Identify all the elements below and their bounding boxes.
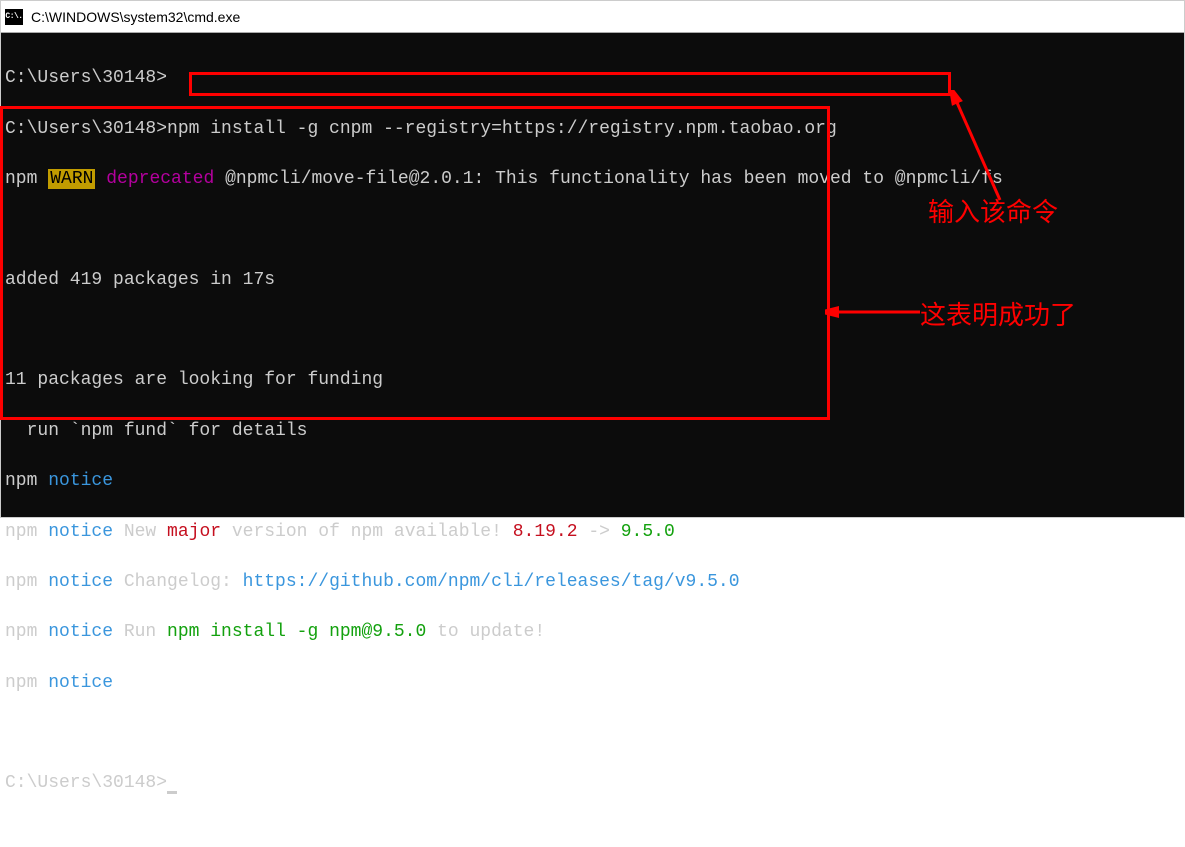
notice-text: Run — [113, 622, 167, 642]
prompt-line: C:\Users\30148> — [5, 68, 167, 88]
cmd-window: C:\. C:\WINDOWS\system32\cmd.exe C:\User… — [0, 0, 1185, 518]
notice-text: Changelog: — [113, 572, 243, 592]
notice-text: New — [113, 522, 167, 542]
title-bar[interactable]: C:\. C:\WINDOWS\system32\cmd.exe — [1, 1, 1184, 33]
run-cmd: npm install -g npm@9.5.0 — [167, 622, 426, 642]
warn-badge: WARN — [48, 169, 95, 189]
npm-label: npm — [5, 572, 37, 592]
notice-label: notice — [48, 673, 113, 693]
cursor — [167, 791, 177, 794]
terminal-output[interactable]: C:\Users\30148> C:\Users\30148>npm insta… — [1, 33, 1184, 517]
prompt-line: C:\Users\30148> — [5, 119, 167, 139]
arrow-text: -> — [578, 522, 621, 542]
funding-line2: run `npm fund` for details — [5, 421, 307, 441]
npm-label: npm — [5, 522, 37, 542]
npm-label: npm — [5, 471, 37, 491]
prompt-line: C:\Users\30148> — [5, 773, 167, 793]
notice-label: notice — [48, 572, 113, 592]
npm-label: npm — [5, 673, 37, 693]
window-title: C:\WINDOWS\system32\cmd.exe — [31, 9, 240, 25]
notice-text: to update! — [426, 622, 545, 642]
cmd-icon: C:\. — [5, 9, 23, 25]
npm-label: npm — [5, 169, 37, 189]
notice-text: version of npm available! — [221, 522, 513, 542]
warn-rest: @npmcli/move-file@2.0.1: This functional… — [214, 169, 1003, 189]
added-line: added 419 packages in 17s — [5, 270, 275, 290]
major-label: major — [167, 522, 221, 542]
changelog-url: https://github.com/npm/cli/releases/tag/… — [243, 572, 740, 592]
deprecated-label: deprecated — [106, 169, 214, 189]
new-version: 9.5.0 — [621, 522, 675, 542]
notice-label: notice — [48, 622, 113, 642]
npm-label: npm — [5, 622, 37, 642]
notice-label: notice — [48, 522, 113, 542]
old-version: 8.19.2 — [513, 522, 578, 542]
funding-line1: 11 packages are looking for funding — [5, 370, 383, 390]
command-text: npm install -g cnpm --registry=https://r… — [167, 119, 837, 139]
notice-label: notice — [48, 471, 113, 491]
